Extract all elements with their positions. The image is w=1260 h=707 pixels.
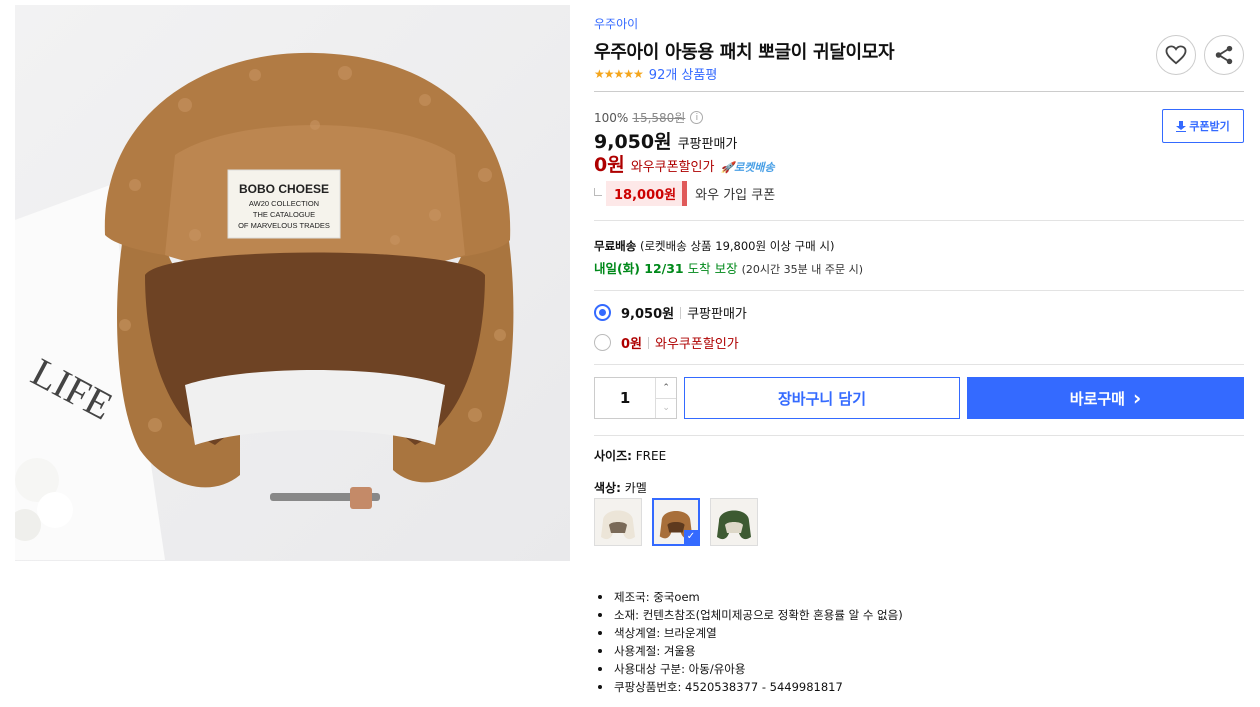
buy-now-label: 바로구매 — [1069, 389, 1125, 408]
size-key: 사이즈: — [594, 449, 632, 463]
original-price-row: 100% 15,580원 i — [594, 109, 704, 126]
selected-check-icon: ✓ — [684, 530, 698, 544]
star-rating: ★★★★★ — [594, 66, 644, 81]
free-shipping-label: 무료배송 — [594, 239, 637, 253]
discount-rate: 100% — [594, 110, 629, 125]
radio-selected[interactable] — [594, 304, 611, 321]
swatch-khaki[interactable] — [710, 498, 758, 546]
rocket-label: 로켓배송 — [734, 161, 775, 174]
patch-line-4: OF MARVELOUS TRADES — [238, 221, 330, 230]
divider — [594, 290, 1244, 291]
share-button[interactable] — [1204, 35, 1244, 75]
wow-price-row: 0원 와우쿠폰할인가 🚀로켓배송 — [594, 150, 775, 177]
hat-thumbnail-icon — [595, 499, 641, 545]
color-swatches: ✓ — [594, 498, 758, 546]
original-price: 15,580원 — [632, 111, 686, 125]
quantity-stepper: 1 ⌃ ⌄ — [594, 377, 677, 419]
heart-icon — [1165, 45, 1187, 65]
download-coupon-button[interactable]: 쿠폰받기 — [1162, 109, 1244, 143]
spec-item: 색상계열: 브라운계열 — [594, 624, 903, 642]
review-count-link[interactable]: 92개 상품평 — [649, 64, 718, 83]
rocket-icon: 🚀 — [720, 161, 735, 174]
price-option-coupang[interactable]: 9,050원 쿠팡판매가 — [594, 303, 747, 322]
spec-item: 쿠팡상품번호: 4520538377 - 5449981817 — [594, 678, 903, 696]
info-icon[interactable]: i — [690, 111, 704, 124]
wow-coupon-row: 18,000원 와우 가입 쿠폰 — [594, 181, 775, 206]
buy-now-button[interactable]: 바로구매 › — [967, 377, 1244, 419]
arrival-note: (20시간 35분 내 주문 시) — [741, 263, 863, 276]
spec-item: 사용계절: 겨울용 — [594, 642, 903, 660]
spec-item: 소재: 컨텐츠참조(업체미제공으로 정확한 혼용률 알 수 없음) — [594, 606, 903, 624]
wow-price: 0원 — [594, 154, 625, 176]
coupon-amount: 18,000원 — [606, 181, 688, 206]
price-option-wow[interactable]: 0원 와우쿠폰할인가 — [594, 333, 739, 352]
spec-list: 제조국: 중국oem 소재: 컨텐츠참조(업체미제공으로 정확한 혼용률 알 수… — [594, 588, 903, 696]
favorite-button[interactable] — [1156, 35, 1196, 75]
wow-price-label: 와우쿠폰할인가 — [630, 160, 715, 175]
swatch-ivory[interactable] — [594, 498, 642, 546]
quantity-input[interactable]: 1 — [595, 378, 655, 418]
size-option: 사이즈: FREE — [594, 447, 666, 464]
quantity-down-icon[interactable]: ⌄ — [656, 397, 676, 419]
divider — [594, 435, 1244, 436]
color-key: 색상: — [594, 481, 621, 495]
coupon-text: 와우 가입 쿠폰 — [695, 188, 776, 203]
product-image: LIFE BOBO CHOESE AW20 COLLECTION THE CAT… — [15, 5, 570, 561]
tree-connector — [594, 187, 602, 196]
free-shipping-desc: (로켓배송 상품 19,800원 이상 구매 시) — [639, 239, 835, 253]
free-shipping-row: 무료배송 (로켓배송 상품 19,800원 이상 구매 시) — [594, 238, 834, 254]
color-value: 카멜 — [624, 481, 647, 495]
size-value: FREE — [635, 449, 667, 463]
chevron-right-icon: › — [1132, 386, 1142, 410]
patch-line-3: THE CATALOGUE — [253, 210, 315, 219]
color-option: 색상: 카멜 — [594, 479, 647, 496]
spec-item: 사용대상 구분: 아동/유아용 — [594, 660, 903, 678]
option-price: 9,050원 — [621, 307, 675, 322]
patch-line-2: AW20 COLLECTION — [249, 199, 319, 208]
add-to-cart-button[interactable]: 장바구니 담기 — [684, 377, 960, 419]
hat-thumbnail-icon — [711, 499, 757, 545]
arrival-guarantee: 도착 보장 — [687, 261, 738, 276]
option-label: 와우쿠폰할인가 — [655, 337, 739, 352]
rating-row: ★★★★★ 92개 상품평 — [594, 64, 718, 84]
download-icon — [1176, 120, 1187, 132]
product-title: 우주아이 아동용 패치 뽀글이 귀달이모자 — [594, 42, 895, 63]
arrival-date: 내일(화) 12/31 — [594, 261, 684, 276]
rocket-delivery-badge: 🚀로켓배송 — [720, 159, 774, 175]
brand-link[interactable]: 우주아이 — [594, 15, 638, 32]
share-icon — [1215, 45, 1233, 65]
radio-unselected[interactable] — [594, 334, 611, 351]
swatch-camel[interactable]: ✓ — [652, 498, 700, 546]
patch-line-1: BOBO CHOESE — [239, 182, 329, 196]
option-price: 0원 — [621, 337, 643, 352]
option-label: 쿠팡판매가 — [687, 307, 747, 322]
quantity-up-icon[interactable]: ⌃ — [656, 378, 676, 398]
coupon-button-label: 쿠폰받기 — [1189, 120, 1230, 133]
divider — [594, 364, 1244, 365]
divider — [594, 220, 1244, 221]
divider — [594, 91, 1244, 92]
arrival-row: 내일(화) 12/31 도착 보장 (20시간 35분 내 주문 시) — [594, 258, 863, 277]
spec-item: 제조국: 중국oem — [594, 588, 903, 606]
